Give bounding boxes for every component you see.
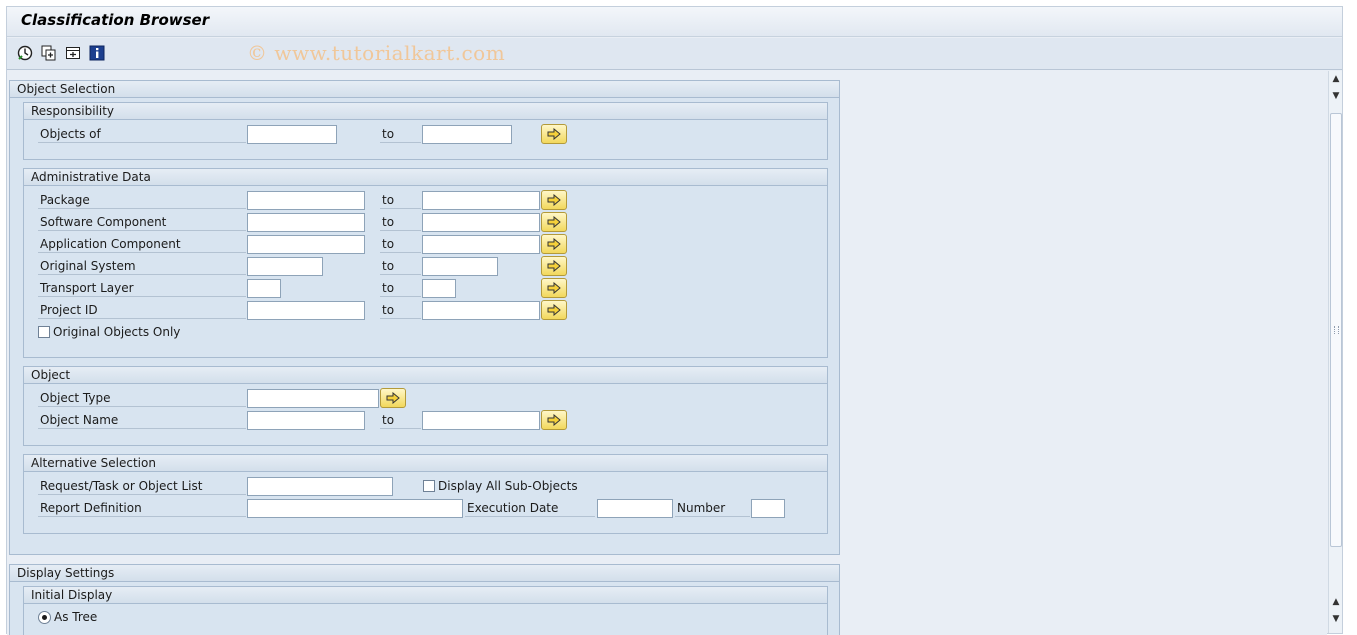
administrative-data-header: Administrative Data	[24, 169, 827, 186]
scroll-page-down-icon[interactable]: ▼	[1330, 613, 1342, 625]
object-type-input[interactable]	[247, 389, 379, 408]
original-objects-only-checkbox[interactable]	[38, 326, 50, 338]
alternative-selection-group: Alternative Selection Request/Task or Ob…	[23, 454, 828, 534]
software-component-multiple-selection-button[interactable]	[541, 212, 567, 232]
original-system-to-input[interactable]	[422, 257, 498, 276]
object-selection-group: Object Selection Responsibility Objects …	[9, 80, 840, 555]
object-type-multiple-selection-button[interactable]	[380, 388, 406, 408]
object-selection-header: Object Selection	[10, 81, 839, 98]
software-component-label: Software Component	[38, 213, 246, 231]
application-component-to-input[interactable]	[422, 235, 540, 254]
application-toolbar: © www.tutorialkart.com	[7, 38, 1342, 70]
software-component-from-input[interactable]	[247, 213, 365, 232]
arrow-right-icon	[386, 392, 400, 404]
vertical-scrollbar[interactable]: ▲ ▼ ▲ ▼	[1328, 71, 1342, 633]
objects-of-to-input[interactable]	[422, 125, 512, 144]
initial-display-group: Initial Display As Tree	[23, 586, 828, 635]
arrow-right-icon	[547, 238, 561, 250]
application-component-multiple-selection-button[interactable]	[541, 234, 567, 254]
transport-layer-from-input[interactable]	[247, 279, 281, 298]
scrollbar-thumb[interactable]	[1330, 113, 1342, 547]
package-multiple-selection-button[interactable]	[541, 190, 567, 210]
dynamic-selections-icon[interactable]	[64, 44, 82, 62]
sap-window: Classification Browser © www.tutorialkar…	[6, 6, 1343, 635]
object-group: Object Object Type Object Name to	[23, 366, 828, 446]
object-name-to-input[interactable]	[422, 411, 540, 430]
transport-layer-multiple-selection-button[interactable]	[541, 278, 567, 298]
project-id-from-input[interactable]	[247, 301, 365, 320]
objects-of-multiple-selection-button[interactable]	[541, 124, 567, 144]
responsibility-header: Responsibility	[24, 103, 827, 120]
project-id-multiple-selection-button[interactable]	[541, 300, 567, 320]
scroll-page-up-icon[interactable]: ▲	[1330, 596, 1342, 608]
display-settings-header: Display Settings	[10, 565, 839, 582]
transport-layer-label: Transport Layer	[38, 279, 246, 297]
execute-icon[interactable]	[16, 44, 34, 62]
execution-date-label: Execution Date	[465, 499, 595, 517]
original-objects-only-label: Original Objects Only	[53, 325, 181, 339]
objects-of-to-label: to	[380, 125, 421, 143]
request-task-label: Request/Task or Object List	[38, 477, 246, 495]
selection-screen: Object Selection Responsibility Objects …	[7, 71, 1327, 635]
original-system-from-input[interactable]	[247, 257, 323, 276]
project-id-to-input[interactable]	[422, 301, 540, 320]
package-to-label: to	[380, 191, 421, 209]
software-component-to-input[interactable]	[422, 213, 540, 232]
arrow-right-icon	[547, 216, 561, 228]
page-title: Classification Browser	[21, 11, 210, 29]
administrative-data-group: Administrative Data Package to Software …	[23, 168, 828, 358]
as-tree-radio[interactable]	[38, 611, 51, 624]
report-definition-label: Report Definition	[38, 499, 246, 517]
grip-icon	[1334, 326, 1339, 334]
transport-layer-to-input[interactable]	[422, 279, 456, 298]
request-task-input[interactable]	[247, 477, 393, 496]
object-name-label: Object Name	[38, 411, 246, 429]
arrow-right-icon	[547, 304, 561, 316]
number-label: Number	[675, 499, 750, 517]
initial-display-header: Initial Display	[24, 587, 827, 604]
original-system-label: Original System	[38, 257, 246, 275]
application-component-from-input[interactable]	[247, 235, 365, 254]
objects-of-label: Objects of	[38, 125, 246, 143]
package-from-input[interactable]	[247, 191, 365, 210]
responsibility-group: Responsibility Objects of to	[23, 102, 828, 160]
display-all-sub-objects-label: Display All Sub-Objects	[438, 479, 578, 493]
package-label: Package	[38, 191, 246, 209]
original-system-to-label: to	[380, 257, 421, 275]
object-type-label: Object Type	[38, 389, 246, 407]
execution-date-input[interactable]	[597, 499, 673, 518]
get-variant-icon[interactable]	[40, 44, 58, 62]
package-to-input[interactable]	[422, 191, 540, 210]
arrow-right-icon	[547, 194, 561, 206]
application-component-label: Application Component	[38, 235, 246, 253]
display-settings-group: Display Settings Initial Display As Tree	[9, 564, 840, 635]
info-icon[interactable]	[88, 44, 106, 62]
title-bar: Classification Browser	[7, 7, 1342, 37]
object-name-to-label: to	[380, 411, 421, 429]
arrow-right-icon	[547, 282, 561, 294]
project-id-to-label: to	[380, 301, 421, 319]
software-component-to-label: to	[380, 213, 421, 231]
number-input[interactable]	[751, 499, 785, 518]
arrow-right-icon	[547, 414, 561, 426]
report-definition-input[interactable]	[247, 499, 463, 518]
object-name-multiple-selection-button[interactable]	[541, 410, 567, 430]
scroll-down-icon[interactable]: ▼	[1330, 90, 1342, 102]
arrow-right-icon	[547, 260, 561, 272]
transport-layer-to-label: to	[380, 279, 421, 297]
objects-of-from-input[interactable]	[247, 125, 337, 144]
display-all-sub-objects-checkbox[interactable]	[423, 480, 435, 492]
as-tree-label: As Tree	[54, 610, 98, 624]
object-header: Object	[24, 367, 827, 384]
original-system-multiple-selection-button[interactable]	[541, 256, 567, 276]
arrow-right-icon	[547, 128, 561, 140]
project-id-label: Project ID	[38, 301, 246, 319]
watermark: © www.tutorialkart.com	[247, 41, 506, 65]
alternative-selection-header: Alternative Selection	[24, 455, 827, 472]
scroll-up-icon[interactable]: ▲	[1330, 73, 1342, 85]
application-component-to-label: to	[380, 235, 421, 253]
object-name-from-input[interactable]	[247, 411, 365, 430]
